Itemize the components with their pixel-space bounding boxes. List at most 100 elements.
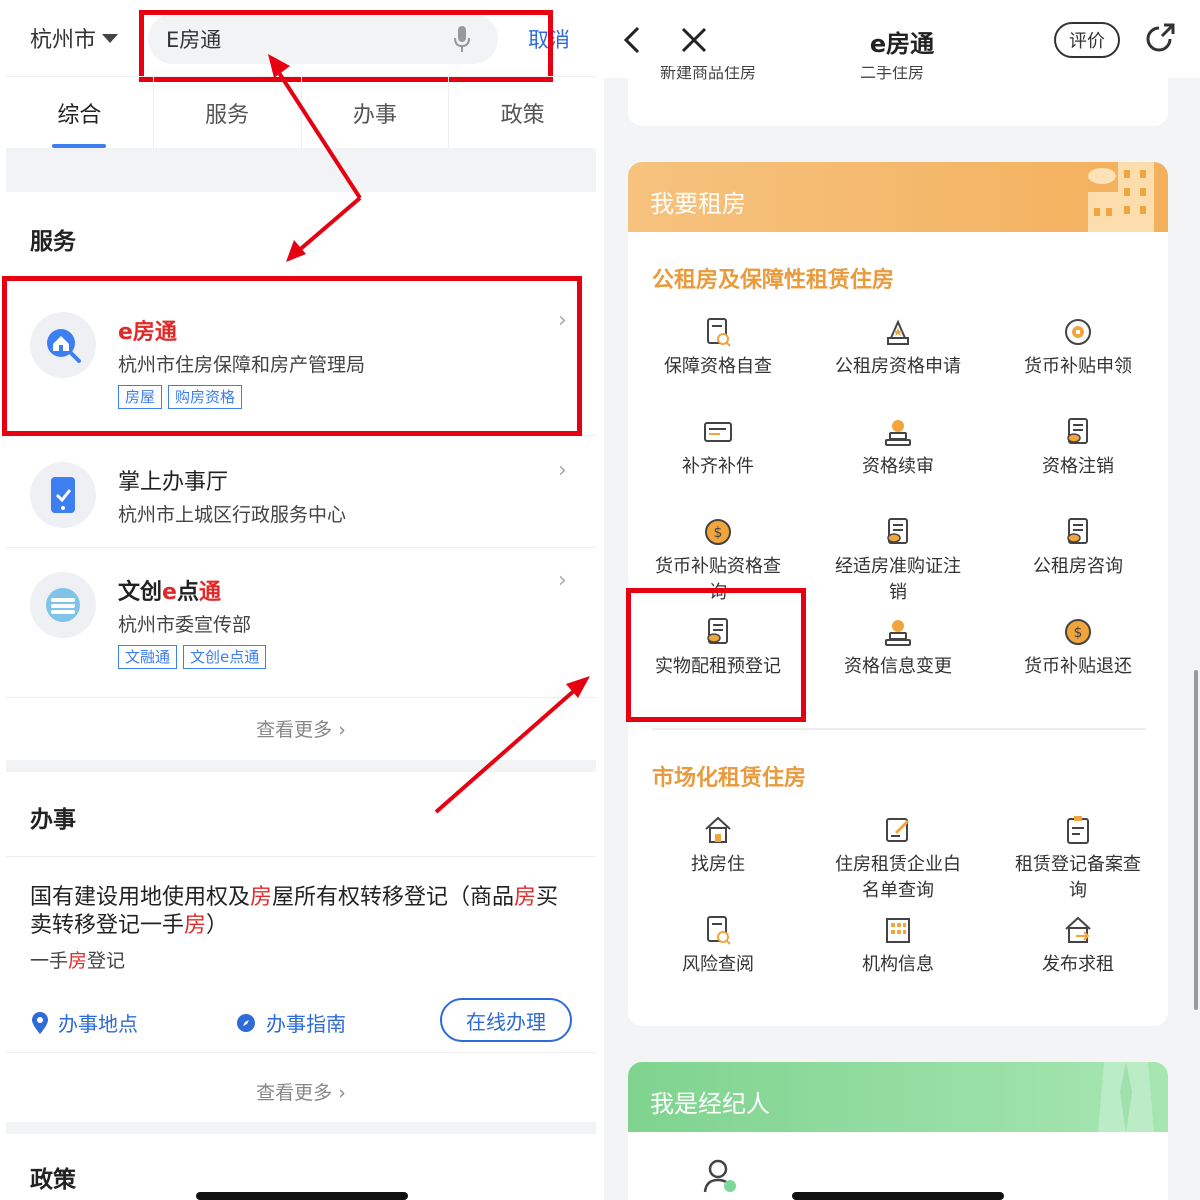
city-selector[interactable]: 杭州市 — [30, 22, 119, 54]
public-rent-grid-item[interactable]: $ 货币补贴退还 — [988, 616, 1168, 680]
title-part: 文创 — [118, 580, 163, 605]
home-indicator — [196, 1192, 408, 1200]
grid-item-label: 货币补贴退还 — [1024, 656, 1132, 677]
market-rent-grid-item[interactable]: 机构信息 — [808, 914, 988, 978]
text: 一手 — [30, 950, 69, 972]
public-rent-grid-item[interactable]: 经适房准购证注销 — [808, 516, 988, 606]
tab-affairs[interactable]: 办事 — [302, 77, 450, 148]
efangtong-app-panel: e房通 评价 新建商品住房 二手住房 我要租房 公租房及保障性租赁住房 保障资格… — [604, 0, 1200, 1200]
title-part: 点 — [176, 580, 199, 605]
grid-item-label: 保障资格自查 — [664, 356, 772, 377]
market-rent-grid-item[interactable]: 发布求租 — [988, 914, 1168, 978]
svg-text:$: $ — [1074, 625, 1083, 641]
see-more-services[interactable]: 查看更多 › — [6, 715, 596, 742]
guide-label: 办事指南 — [266, 1012, 346, 1036]
result-tabs: 综合 服务 办事 政策 — [6, 76, 596, 148]
grid-item-label: 资格注销 — [1042, 456, 1114, 477]
tag[interactable]: 文创e点通 — [183, 645, 267, 669]
chevron-right-icon: › — [558, 458, 567, 483]
svg-text:$: $ — [714, 525, 723, 541]
grid-item-label: 资格信息变更 — [844, 656, 952, 677]
grid-item-label: 补齐补件 — [682, 456, 754, 477]
layers-icon — [30, 572, 96, 638]
grid-item-label: 资格续审 — [862, 456, 934, 477]
market-rent-grid-item[interactable]: 风险查阅 — [628, 914, 808, 978]
public-rent-grid-item[interactable]: 资格信息变更 — [808, 616, 988, 680]
highlight-service-item — [2, 276, 582, 436]
public-rent-grid-item[interactable]: 保障资格自查 — [628, 316, 808, 380]
star-stamp-icon — [887, 319, 909, 345]
public-rent-grid-item[interactable]: 货币补贴申领 — [988, 316, 1168, 380]
highlight-search-box — [139, 10, 553, 82]
grid-item-label: 机构信息 — [862, 954, 934, 975]
city-label: 杭州市 — [30, 28, 97, 53]
grid-item-label: 发布求租 — [1042, 954, 1114, 975]
service-title: 文创e点通 — [118, 574, 221, 606]
grid-item-label: 住房租赁企业白名单查询 — [835, 854, 961, 901]
affair-title[interactable]: 国有建设用地使用权及房屋所有权转移登记（商品房买卖转移登记一手房） — [30, 884, 580, 940]
cert-icon — [1067, 418, 1088, 444]
service-org: 杭州市委宣传部 — [118, 614, 252, 636]
public-rent-grid-item[interactable]: 公租房资格申请 — [808, 316, 988, 380]
affair-subtitle: 一手房登记 — [30, 946, 125, 973]
grid-item-label: 公租房咨询 — [1033, 556, 1123, 577]
service-org: 杭州市上城区行政服务中心 — [118, 504, 347, 526]
market-rent-grid-item[interactable]: 住房租赁企业白名单查询 — [808, 814, 988, 904]
tab-general[interactable]: 综合 — [6, 77, 154, 148]
text: 国有建设用地使用权及 — [30, 885, 251, 910]
market-rent-heading: 市场化租赁住房 — [652, 766, 807, 791]
house-icon — [705, 816, 731, 843]
affair-location-link[interactable]: 办事地点 — [32, 1008, 138, 1037]
dollar-coin-icon: $ — [705, 519, 731, 545]
affair-guide-link[interactable]: 办事指南 — [236, 1008, 346, 1037]
tag[interactable]: 文融通 — [118, 645, 178, 669]
scrollbar[interactable] — [1194, 670, 1198, 1010]
caret-down-icon — [102, 33, 119, 43]
market-rent-grid-item[interactable]: 找房住 — [628, 814, 808, 878]
divider-band — [6, 1122, 596, 1134]
doc-search-icon — [707, 318, 731, 347]
market-rent-grid-item[interactable]: 租赁登记备案查询 — [988, 814, 1168, 904]
online-apply-button[interactable]: 在线办理 — [440, 998, 572, 1042]
location-label: 办事地点 — [58, 1012, 138, 1036]
edit-doc-icon — [886, 818, 910, 842]
agent-person-icon[interactable] — [702, 1158, 738, 1194]
text: 房 — [68, 950, 88, 972]
divider — [6, 1052, 596, 1053]
clipboard-icon — [1067, 816, 1089, 844]
public-rent-grid-item[interactable]: 补齐补件 — [628, 416, 808, 480]
see-more-affairs[interactable]: 查看更多 › — [6, 1078, 596, 1105]
grid-item-label: 找房住 — [691, 854, 745, 875]
home-indicator — [792, 1192, 1004, 1200]
text: 房 — [184, 913, 207, 938]
grid-item-label: 货币补贴申领 — [1024, 356, 1132, 377]
divider-band — [6, 760, 596, 772]
public-rent-grid-item[interactable]: 资格注销 — [988, 416, 1168, 480]
divider — [6, 856, 596, 857]
grid-item-label: 公租房资格申请 — [835, 356, 961, 377]
service-title: 掌上办事厅 — [118, 470, 229, 495]
person-stamp-icon — [885, 620, 911, 646]
prev-item-label[interactable]: 二手住房 — [860, 66, 924, 80]
service-tags: 文融通 文创e点通 — [118, 645, 272, 669]
text: 房 — [250, 885, 273, 910]
title-highlight: 通 — [198, 580, 221, 605]
prev-item-label[interactable]: 新建商品住房 — [660, 66, 756, 80]
divider — [652, 728, 1146, 730]
search-results-panel: 杭州市 E房通 取消 综合 服务 办事 政策 服务 e房通 杭州市住房保障和房产… — [0, 0, 600, 1200]
person-stamp-icon — [885, 420, 911, 446]
tab-services[interactable]: 服务 — [154, 77, 302, 148]
doc-search-icon — [707, 916, 731, 945]
coin-icon — [1065, 319, 1091, 345]
agent-title: 我是经纪人 — [650, 1090, 770, 1118]
buildings-icon — [1088, 162, 1154, 232]
suit-icon — [1098, 1062, 1154, 1132]
tab-policy[interactable]: 政策 — [449, 77, 596, 148]
public-rent-grid-item[interactable]: 公租房咨询 — [988, 516, 1168, 580]
highlight-grid-item — [626, 588, 806, 722]
public-rent-grid-item[interactable]: 资格续审 — [808, 416, 988, 480]
text: 屋所有权转移登记（商品 — [272, 885, 515, 910]
service-item-wenchuang[interactable] — [6, 548, 596, 698]
house-arrow-icon — [1065, 916, 1091, 943]
compass-icon — [237, 1013, 255, 1032]
